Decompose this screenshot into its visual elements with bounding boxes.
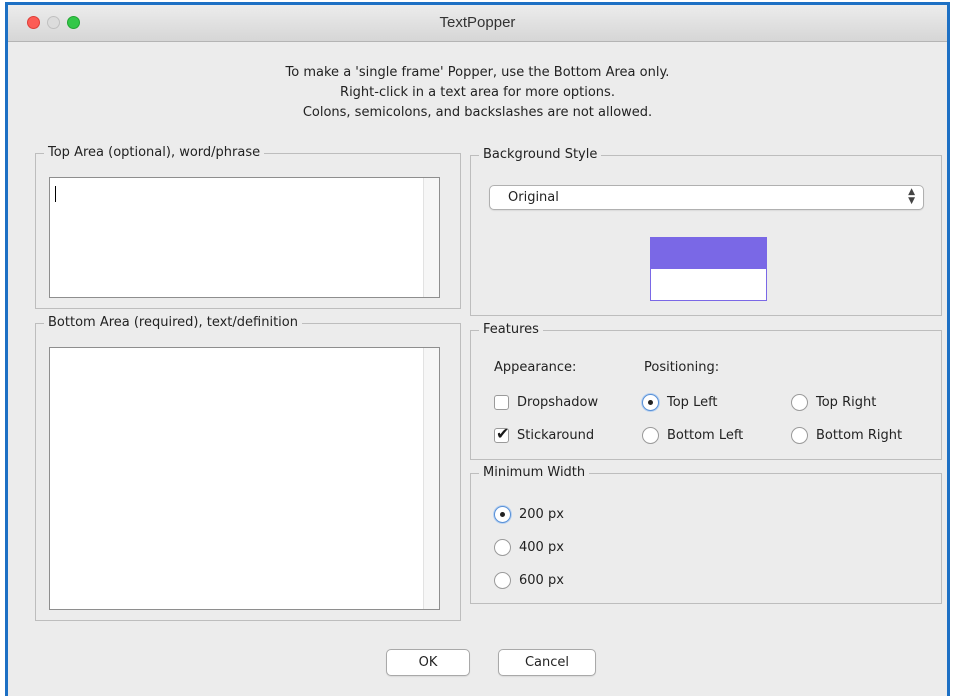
position-top-left-label: Top Left bbox=[667, 394, 718, 410]
minimum-width-group: Minimum Width 200 px 400 px 600 px bbox=[470, 464, 942, 604]
background-preview bbox=[650, 237, 767, 301]
background-style-select[interactable]: Original ▲ ▼ bbox=[489, 185, 924, 210]
minimum-width-legend: Minimum Width bbox=[479, 464, 590, 482]
stickaround-option[interactable]: Stickaround bbox=[494, 424, 595, 445]
instruction-line: Right-click in a text area for more opti… bbox=[340, 85, 615, 100]
position-top-left-radio[interactable] bbox=[642, 393, 659, 411]
width-600-radio[interactable] bbox=[494, 571, 511, 589]
top-area-group: Top Area (optional), word/phrase bbox=[35, 144, 461, 309]
cancel-button[interactable]: Cancel bbox=[498, 649, 596, 676]
width-400-radio[interactable] bbox=[494, 538, 511, 556]
background-style-group: Background Style Original ▲ ▼ bbox=[470, 146, 942, 316]
width-200-option[interactable]: 200 px bbox=[494, 504, 564, 524]
width-600-label: 600 px bbox=[519, 572, 564, 588]
background-style-legend: Background Style bbox=[479, 146, 602, 164]
top-area-scrollbar[interactable] bbox=[423, 178, 439, 297]
position-bottom-left-label: Bottom Left bbox=[667, 427, 744, 443]
position-top-right-radio[interactable] bbox=[791, 393, 808, 411]
appearance-label: Appearance: bbox=[494, 360, 577, 375]
background-style-value: Original bbox=[508, 190, 559, 205]
width-200-label: 200 px bbox=[519, 506, 564, 522]
position-bottom-left-option[interactable]: Bottom Left bbox=[642, 425, 743, 445]
position-top-right-label: Top Right bbox=[816, 394, 877, 410]
instruction-line: Colons, semicolons, and backslashes are … bbox=[302, 105, 653, 120]
bottom-area-textarea[interactable] bbox=[49, 347, 440, 610]
width-200-radio[interactable] bbox=[494, 505, 511, 523]
width-600-option[interactable]: 600 px bbox=[494, 570, 564, 590]
text-caret bbox=[55, 186, 56, 202]
dropshadow-label: Dropshadow bbox=[517, 394, 599, 410]
width-400-option[interactable]: 400 px bbox=[494, 537, 564, 557]
features-group: Features Appearance: Positioning: Dropsh… bbox=[470, 321, 942, 460]
position-bottom-right-option[interactable]: Bottom Right bbox=[791, 425, 902, 445]
position-top-left-option[interactable]: Top Left bbox=[642, 392, 718, 412]
positioning-label: Positioning: bbox=[644, 360, 720, 375]
position-bottom-right-label: Bottom Right bbox=[816, 427, 903, 443]
textpopper-window: TextPopper To make a 'single frame' Popp… bbox=[5, 2, 950, 696]
stickaround-label: Stickaround bbox=[517, 427, 595, 443]
position-bottom-right-radio[interactable] bbox=[791, 426, 808, 444]
instruction-line: To make a 'single frame' Popper, use the… bbox=[285, 65, 670, 80]
bottom-area-legend: Bottom Area (required), text/definition bbox=[44, 314, 302, 332]
title-bar: TextPopper bbox=[8, 5, 947, 42]
preview-top-band bbox=[651, 238, 766, 269]
top-area-legend: Top Area (optional), word/phrase bbox=[44, 144, 265, 162]
bottom-area-group: Bottom Area (required), text/definition bbox=[35, 314, 461, 621]
dropshadow-checkbox[interactable] bbox=[494, 394, 509, 410]
width-400-label: 400 px bbox=[519, 539, 564, 555]
dropshadow-option[interactable]: Dropshadow bbox=[494, 392, 598, 412]
position-bottom-left-radio[interactable] bbox=[642, 426, 659, 444]
ok-button[interactable]: OK bbox=[386, 649, 470, 676]
top-area-textarea[interactable] bbox=[49, 177, 440, 298]
position-top-right-option[interactable]: Top Right bbox=[791, 392, 876, 412]
instructions: To make a 'single frame' Popper, use the… bbox=[8, 63, 947, 123]
select-arrows-icon: ▲ ▼ bbox=[908, 187, 915, 206]
features-legend: Features bbox=[479, 321, 543, 339]
window-title: TextPopper bbox=[439, 14, 516, 31]
stickaround-checkbox[interactable] bbox=[494, 424, 509, 443]
bottom-area-scrollbar[interactable] bbox=[423, 348, 439, 609]
